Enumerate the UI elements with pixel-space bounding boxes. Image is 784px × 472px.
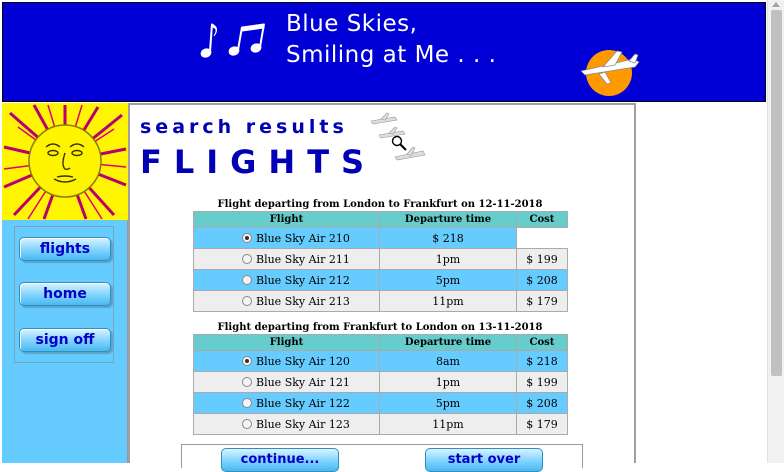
site-title-line1: Blue Skies, xyxy=(286,11,418,37)
table-row[interactable]: Blue Sky Air 120 8am $ 218 xyxy=(193,350,568,372)
flight-name: Blue Sky Air 212 xyxy=(256,273,350,287)
flight-name: Blue Sky Air 210 xyxy=(256,231,350,245)
airplane-sun-logo-icon xyxy=(580,50,640,96)
flight-name: Blue Sky Air 121 xyxy=(256,375,350,389)
table-header-row: Flight Departure time Cost xyxy=(193,211,568,228)
table-row[interactable]: Blue Sky Air 213 11pm $ 179 xyxy=(193,290,568,312)
column-header-cost: Cost xyxy=(516,334,568,351)
departure-time: 8am xyxy=(379,350,517,372)
flight-radio[interactable] xyxy=(242,397,252,408)
flight-cost: $ 218 xyxy=(516,350,568,372)
flight-cost: $ 208 xyxy=(516,392,568,414)
departure-time: 11pm xyxy=(379,413,517,435)
flight-name: Blue Sky Air 122 xyxy=(256,396,350,410)
departure-time: 1pm xyxy=(379,371,517,393)
column-header-cost: Cost xyxy=(516,211,568,228)
flight-radio[interactable] xyxy=(242,376,252,387)
column-header-flight: Flight xyxy=(193,211,380,228)
page-title: FLIGHTS xyxy=(140,143,377,181)
header-banner: Blue Skies, Smiling at Me . . . xyxy=(2,2,766,102)
return-flights-table: Flight Departure time Cost Blue Sky Air … xyxy=(193,334,568,435)
magnifier-planes-icon xyxy=(370,112,426,161)
departure-time: 1pm xyxy=(379,248,517,270)
main-content: search results FLIGHTS Flight departing … xyxy=(128,103,636,472)
flight-cost xyxy=(516,227,568,249)
departure-time: 5pm xyxy=(379,392,517,414)
page-subtitle: search results xyxy=(140,116,348,138)
site-title-line2: Smiling at Me . . . xyxy=(286,42,497,68)
departure-time: 5pm xyxy=(379,269,517,291)
flight-radio[interactable] xyxy=(242,295,252,306)
flight-radio[interactable] xyxy=(242,253,252,264)
flight-cost: $ 208 xyxy=(516,269,568,291)
flight-radio-selected[interactable] xyxy=(242,232,252,243)
flight-radio[interactable] xyxy=(242,274,252,285)
flight-name: Blue Sky Air 123 xyxy=(256,417,350,431)
sidebar: flights home sign off xyxy=(2,103,128,463)
table-row[interactable]: Blue Sky Air 210 $ 218 xyxy=(193,227,568,249)
flight-radio[interactable] xyxy=(242,418,252,429)
flight-name: Blue Sky Air 213 xyxy=(256,294,350,308)
departure-time: $ 218 xyxy=(379,227,517,249)
scrollbar-thumb[interactable] xyxy=(771,10,782,376)
return-caption: Flight departing from Frankfurt to Londo… xyxy=(217,322,543,333)
scroll-up-arrow-icon[interactable] xyxy=(772,2,780,7)
sun-face-logo-icon xyxy=(2,103,128,220)
flight-cost: $ 199 xyxy=(516,371,568,393)
nav-menu: flights home sign off xyxy=(14,226,114,363)
flight-cost: $ 199 xyxy=(516,248,568,270)
home-nav-button[interactable]: home xyxy=(19,282,111,306)
column-header-departure: Departure time xyxy=(379,211,517,228)
music-notes-icon xyxy=(200,23,265,58)
column-header-flight: Flight xyxy=(193,334,380,351)
action-buttons-row: continue... start over xyxy=(181,444,583,472)
flights-nav-button[interactable]: flights xyxy=(19,237,111,261)
outbound-flights-table: Flight Departure time Cost Blue Sky Air … xyxy=(193,211,568,312)
departure-time: 11pm xyxy=(379,290,517,312)
table-row[interactable]: Blue Sky Air 212 5pm $ 208 xyxy=(193,269,568,291)
table-row[interactable]: Blue Sky Air 123 11pm $ 179 xyxy=(193,413,568,435)
table-row[interactable]: Blue Sky Air 211 1pm $ 199 xyxy=(193,248,568,270)
vertical-scrollbar[interactable] xyxy=(767,0,784,463)
continue-button[interactable]: continue... xyxy=(221,448,339,472)
column-header-departure: Departure time xyxy=(379,334,517,351)
flight-name: Blue Sky Air 211 xyxy=(256,252,350,266)
start-over-button[interactable]: start over xyxy=(425,448,543,472)
flight-cost: $ 179 xyxy=(516,290,568,312)
sign-off-nav-button[interactable]: sign off xyxy=(19,328,111,352)
flight-name: Blue Sky Air 120 xyxy=(256,354,350,368)
flight-cost: $ 179 xyxy=(516,413,568,435)
table-row[interactable]: Blue Sky Air 121 1pm $ 199 xyxy=(193,371,568,393)
table-header-row: Flight Departure time Cost xyxy=(193,334,568,351)
flight-radio-selected[interactable] xyxy=(242,355,252,366)
outbound-caption: Flight departing from London to Frankfur… xyxy=(217,199,543,210)
table-row[interactable]: Blue Sky Air 122 5pm $ 208 xyxy=(193,392,568,414)
